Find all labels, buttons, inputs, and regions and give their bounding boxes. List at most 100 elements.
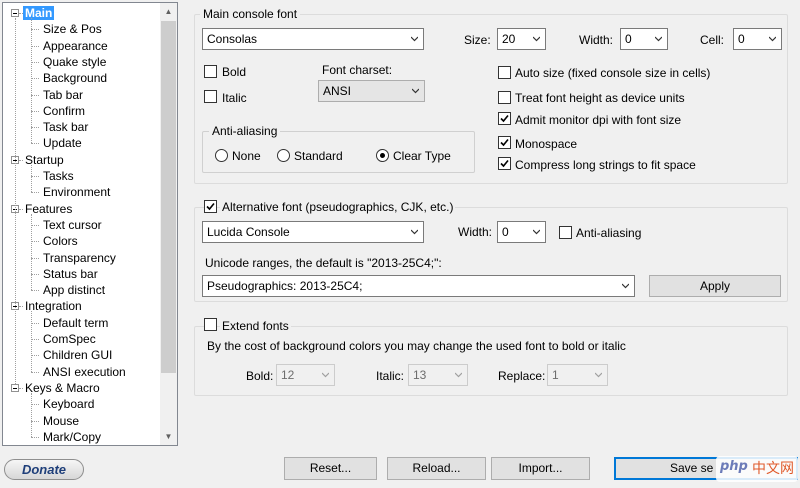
tree-item[interactable]: Keys & Macro [23,380,102,396]
tree-item-label: Background [43,71,108,85]
tree-item[interactable]: Mark/Copy [41,429,103,445]
tree-scrollbar[interactable]: ▲ ▼ [160,3,177,445]
tree-item[interactable]: Transparency [41,250,118,266]
settings-tree[interactable]: Main Size & Pos Appearance Quake style Backg… [2,2,178,446]
tree-item[interactable]: Status bar [41,266,100,282]
reload-button[interactable]: Reload... [387,457,486,480]
alt-width-combo[interactable]: 0 [497,221,546,243]
import-button[interactable]: Import... [491,457,590,480]
tree-item[interactable]: Keyboard [41,396,96,412]
autosize-label: Auto size (fixed console size in cells) [515,66,711,80]
tree-item[interactable]: Confirm [41,103,87,119]
tree-connector [31,339,39,340]
tree-item[interactable]: Mouse [41,413,81,429]
extend-replace-combo[interactable]: 1 [547,364,608,386]
tree-connector [31,323,39,324]
reset-button[interactable]: Reset... [284,457,377,480]
extend-bold-combo[interactable]: 12 [276,364,335,386]
tree-item[interactable]: App distinct [41,282,107,298]
main-font-value: Consolas [207,32,258,46]
donate-button[interactable]: Donate [4,459,84,480]
tree-item[interactable]: Appearance [41,38,110,54]
size-label: Size: [464,33,491,47]
main-font-title: Main console font [200,7,301,21]
tree-connector [31,214,32,290]
watermark-logo: php 中文网 [716,456,798,482]
tree-item[interactable]: Main [23,5,55,21]
watermark-text: 中文网 [752,461,794,477]
alt-antialias-checkbox[interactable] [559,226,572,239]
chevron-down-icon [322,372,329,378]
aa-standard-label: Standard [294,149,343,163]
tree-item[interactable]: Colors [41,233,80,249]
cell-label: Cell: [700,33,725,47]
admit-dpi-checkbox[interactable] [498,112,511,125]
tree-item-label: Mouse [43,414,80,428]
bold-checkbox[interactable] [204,65,217,78]
extend-italic-combo[interactable]: 13 [408,364,468,386]
collapse-icon[interactable] [11,9,19,17]
aa-cleartype-radio[interactable] [376,149,389,162]
checkmark-icon [500,159,509,168]
cell-value: 0 [738,32,745,46]
unicode-ranges-combo[interactable]: Pseudographics: 2013-25C4; [202,275,635,297]
tree-item[interactable]: Update [41,135,84,151]
monospace-checkbox[interactable] [498,136,511,149]
alt-font-combo[interactable]: Lucida Console [202,221,424,243]
tree-item[interactable]: Size & Pos [41,21,104,37]
tree-item[interactable]: ComSpec [41,331,98,347]
tree-scroll-thumb[interactable] [161,21,176,373]
tree-connector [31,404,39,405]
collapse-icon[interactable] [11,384,19,392]
tree-connector [31,192,39,193]
tree-item[interactable]: Integration [23,298,84,314]
extend-replace-value: 1 [552,368,559,382]
tree-connector [31,241,39,242]
scroll-down-icon[interactable]: ▼ [160,428,177,445]
charset-combo[interactable]: ANSI [318,80,425,102]
tree-item[interactable]: Tasks [41,168,76,184]
tree-connector [31,95,39,96]
size-combo[interactable]: 20 [497,28,546,50]
scroll-up-icon[interactable]: ▲ [160,3,177,20]
alt-font-checkbox[interactable] [204,200,217,213]
chevron-down-icon [622,283,629,289]
extend-fonts-checkbox[interactable] [204,318,217,331]
cell-combo[interactable]: 0 [733,28,782,50]
tree-item-label: Update [43,136,82,150]
aa-none-radio[interactable] [215,149,228,162]
autosize-checkbox[interactable] [498,66,511,79]
tree-item[interactable]: Text cursor [41,217,104,233]
tree-item[interactable]: Background [41,70,109,86]
tree-item-label: Confirm [43,104,86,118]
italic-checkbox[interactable] [204,90,217,103]
tree-item-label: Mark/Copy [43,430,102,444]
treat-height-label: Treat font height as device units [515,91,685,105]
monospace-label: Monospace [515,137,578,151]
tree-connector [31,62,39,63]
tree-item[interactable]: Tab bar [41,87,85,103]
tree-connector [19,13,23,14]
alt-width-value: 0 [502,225,509,239]
tree-item[interactable]: Children GUI [41,347,114,363]
tree-item-label: Tasks [43,169,74,183]
bold-label: Bold [222,65,247,79]
tree-connector [31,421,39,422]
tree-item[interactable]: Quake style [41,54,108,70]
apply-button[interactable]: Apply [649,275,781,297]
tree-item[interactable]: Task bar [41,119,90,135]
checkmark-icon [500,138,509,147]
tree-item[interactable]: ANSI execution [41,364,128,380]
treat-height-checkbox[interactable] [498,91,511,104]
width-combo[interactable]: 0 [620,28,668,50]
compress-checkbox[interactable] [498,157,511,170]
tree-item[interactable]: Default term [41,315,110,331]
tree-connector [19,209,23,210]
aa-standard-radio[interactable] [277,149,290,162]
checkmark-icon [206,202,215,211]
tree-item[interactable]: Startup [23,152,66,168]
tree-item[interactable]: Environment [41,184,112,200]
main-font-combo[interactable]: Consolas [202,28,424,50]
italic-label: Italic [222,91,247,105]
chevron-down-icon [595,372,602,378]
